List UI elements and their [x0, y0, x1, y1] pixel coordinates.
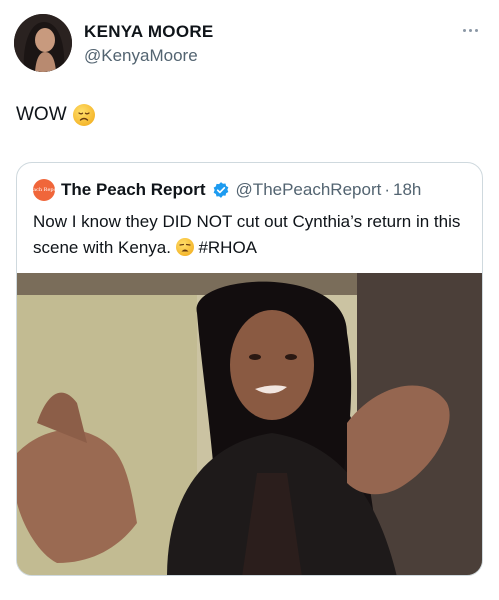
- hashtag-link[interactable]: #RHOA: [198, 238, 257, 257]
- quote-header: Peach Report The Peach Report @ThePeachR…: [27, 179, 472, 201]
- quoted-tweet-card[interactable]: Peach Report The Peach Report @ThePeachR…: [16, 162, 483, 576]
- disappointed-face-emoji-icon: [72, 104, 95, 126]
- verified-badge-icon: [213, 182, 228, 198]
- author-handle[interactable]: @KenyaMoore: [84, 46, 198, 66]
- media-image[interactable]: [17, 273, 482, 575]
- tweet-text: WOW: [16, 104, 67, 125]
- more-dot: [462, 28, 466, 32]
- separator-dot: ·: [384, 180, 390, 199]
- quote-author-handle[interactable]: @ThePeachReport: [236, 180, 382, 200]
- author-name[interactable]: KENYA MOORE: [84, 22, 214, 42]
- more-options-button[interactable]: [459, 24, 481, 36]
- weary-face-emoji-icon: [175, 238, 194, 256]
- quote-avatar[interactable]: Peach Report: [27, 179, 61, 201]
- more-dot: [468, 28, 472, 32]
- quote-author-name[interactable]: The Peach Report: [61, 180, 206, 200]
- author-avatar[interactable]: [14, 14, 72, 72]
- more-dot: [474, 28, 478, 32]
- tweet-body: WOW: [16, 104, 95, 126]
- quote-text: Now I know they DID NOT cut out Cynthia’…: [33, 209, 473, 261]
- quote-timestamp[interactable]: 18h: [393, 180, 421, 200]
